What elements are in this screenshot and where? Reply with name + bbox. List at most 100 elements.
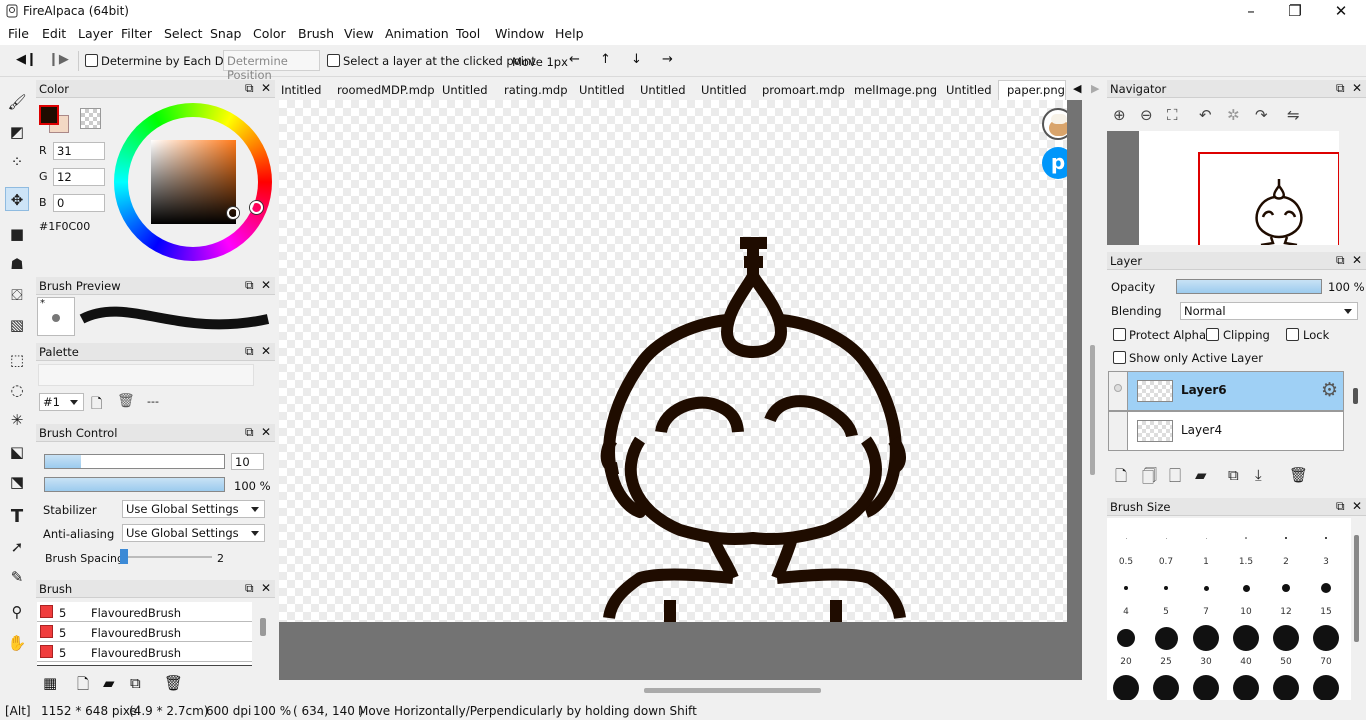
rotate-left-icon[interactable]: ↶: [1199, 106, 1212, 124]
layer-row[interactable]: Layer4: [1108, 411, 1344, 451]
menu-view[interactable]: View: [344, 26, 374, 41]
tab-scroll-right-icon[interactable]: ▶: [1091, 82, 1099, 95]
panel-close-icon[interactable]: ✕: [261, 344, 271, 358]
brush-size-option[interactable]: [1124, 586, 1128, 590]
transparent-color-swatch[interactable]: [80, 108, 101, 129]
brush-size-option[interactable]: [1285, 537, 1287, 539]
move-up-icon[interactable]: ↑: [600, 52, 611, 67]
brush-size-scrollbar[interactable]: [1354, 535, 1359, 642]
divide-tool-icon[interactable]: ✎: [5, 565, 29, 589]
panel-float-icon[interactable]: ⧉: [245, 344, 254, 358]
menu-window[interactable]: Window: [495, 26, 544, 41]
duplicate-layer-icon[interactable]: ⧉: [1228, 466, 1239, 484]
navigator-preview[interactable]: [1139, 131, 1339, 245]
operation-tool-icon[interactable]: ➚: [5, 535, 29, 559]
brush-list-scrollbar[interactable]: [260, 618, 266, 636]
brush-list-item[interactable]: 5 FlavouredBrush: [37, 602, 252, 622]
tab-scroll-left-icon[interactable]: ◀: [1073, 82, 1081, 95]
document-tab[interactable]: Untitled: [579, 81, 625, 100]
brush-size-option[interactable]: [1113, 675, 1139, 700]
brush-size-option[interactable]: [1203, 585, 1209, 591]
layer-row-active[interactable]: Layer6 ⚙: [1108, 371, 1344, 411]
delete-layer-icon[interactable]: 🗑: [1289, 466, 1308, 484]
brush-tool-icon[interactable]: 🖌: [5, 90, 29, 114]
move-down-icon[interactable]: ↓: [631, 52, 642, 67]
restore-button[interactable]: ❐: [1272, 0, 1318, 23]
brush-spacing-track[interactable]: [120, 556, 212, 558]
g-input[interactable]: 12: [53, 168, 105, 186]
layer-opacity-slider[interactable]: [1176, 279, 1322, 294]
brush-size-slider[interactable]: [44, 454, 225, 469]
panel-close-icon[interactable]: ✕: [1352, 81, 1362, 95]
brush-size-option[interactable]: [1245, 537, 1247, 539]
brush-settings-icon[interactable]: ▦: [43, 674, 57, 692]
brush-size-option[interactable]: [1205, 537, 1207, 539]
rotate-right-icon[interactable]: ↷: [1255, 106, 1268, 124]
show-only-active-checkbox[interactable]: [1113, 351, 1126, 364]
brush-list-item[interactable]: 5 FlavouredBrush: [37, 642, 252, 662]
layer-visibility-toggle[interactable]: [1108, 411, 1128, 451]
document-tab[interactable]: rating.mdp: [504, 81, 568, 100]
hue-picker-handle[interactable]: [250, 201, 263, 214]
brush-size-option[interactable]: [1321, 583, 1331, 593]
menu-layer[interactable]: Layer: [78, 26, 113, 41]
brush-opacity-slider[interactable]: [44, 477, 225, 492]
brush-size-option[interactable]: [1273, 675, 1299, 700]
document-tab[interactable]: Untitled: [640, 81, 686, 100]
brush-spacing-thumb[interactable]: [120, 549, 128, 564]
move-left-icon[interactable]: ←: [569, 52, 580, 67]
brush-size-option[interactable]: [1153, 675, 1179, 700]
step-forward-icon[interactable]: ❙▶: [48, 52, 69, 67]
select-layer-checkbox[interactable]: [327, 54, 340, 67]
open-folder-icon[interactable]: ▰: [103, 674, 115, 692]
menu-file[interactable]: File: [8, 26, 29, 41]
panel-float-icon[interactable]: ⧉: [245, 81, 254, 95]
brush-size-option[interactable]: [1193, 625, 1219, 651]
drawing-canvas[interactable]: p: [279, 100, 1067, 622]
menu-animation[interactable]: Animation: [385, 26, 449, 41]
text-tool-icon[interactable]: T: [5, 505, 29, 529]
panel-float-icon[interactable]: ⧉: [1336, 499, 1345, 513]
brush-size-option[interactable]: [1313, 675, 1339, 700]
close-window-button[interactable]: ✕: [1318, 0, 1364, 23]
panel-close-icon[interactable]: ✕: [261, 278, 271, 292]
determine-position-button[interactable]: Determine Position: [223, 50, 320, 82]
rotate-reset-icon[interactable]: ✲: [1227, 106, 1240, 124]
menu-tool[interactable]: Tool: [456, 26, 480, 41]
new-8bit-layer-icon[interactable]: 🗍: [1142, 466, 1157, 491]
determine-each-drag-checkbox[interactable]: [85, 54, 98, 67]
protect-alpha-checkbox[interactable]: [1113, 328, 1126, 341]
panel-float-icon[interactable]: ⧉: [245, 581, 254, 595]
palette-select[interactable]: #1: [39, 393, 84, 411]
menu-color[interactable]: Color: [253, 26, 286, 41]
bucket-tool-icon[interactable]: ⛋: [5, 283, 29, 307]
gradient-tool-icon[interactable]: ▧: [5, 313, 29, 337]
menu-select[interactable]: Select: [164, 26, 203, 41]
flip-horizontal-icon[interactable]: ⇋: [1287, 106, 1300, 124]
new-folder-icon[interactable]: ▰: [1195, 466, 1207, 484]
brush-size-option[interactable]: [1164, 586, 1168, 590]
brush-size-option[interactable]: [1154, 626, 1178, 650]
zoom-in-icon[interactable]: ⊕: [1113, 106, 1126, 124]
brush-size-option[interactable]: [1242, 584, 1250, 592]
dot-tool-icon[interactable]: ⁘: [5, 150, 29, 174]
saturation-value-square[interactable]: [151, 140, 236, 224]
delete-palette-icon[interactable]: 🗑: [117, 393, 135, 409]
brush-size-option[interactable]: [1165, 537, 1167, 539]
hand-tool-icon[interactable]: ✋: [5, 631, 29, 655]
layer-visibility-toggle[interactable]: [1108, 371, 1128, 411]
delete-brush-icon[interactable]: 🗑: [164, 674, 183, 692]
brush-list-item[interactable]: 5 FlavouredBrush: [37, 622, 252, 642]
canvas-v-scrollbar[interactable]: [1090, 345, 1095, 475]
document-tab[interactable]: promoart.mdp: [762, 81, 845, 100]
blending-select[interactable]: Normal: [1180, 302, 1358, 320]
zoom-fit-icon[interactable]: ⛶: [1167, 106, 1178, 124]
brush-size-option[interactable]: [1273, 625, 1299, 651]
panel-close-icon[interactable]: ✕: [1352, 253, 1362, 267]
document-tab[interactable]: Intitled: [281, 81, 321, 100]
zoom-out-icon[interactable]: ⊖: [1140, 106, 1153, 124]
panel-float-icon[interactable]: ⧉: [1336, 81, 1345, 95]
new-palette-icon[interactable]: 🗋: [91, 393, 102, 417]
eraser-tool-icon[interactable]: ◩: [5, 120, 29, 144]
pixiv-icon[interactable]: p: [1042, 147, 1067, 179]
